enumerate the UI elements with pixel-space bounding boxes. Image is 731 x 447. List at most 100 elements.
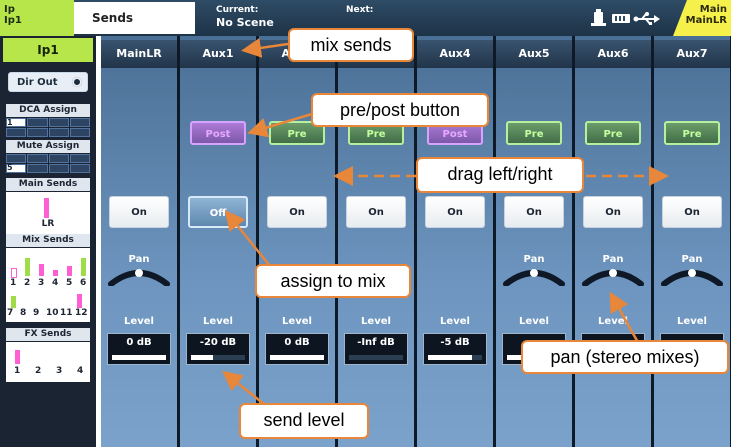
fx-number: 4 bbox=[77, 366, 84, 376]
level-value: 0 dB bbox=[284, 337, 310, 348]
mix-number: 8 bbox=[20, 308, 27, 318]
level-label: Level bbox=[519, 316, 549, 327]
mix-number: 11 bbox=[60, 308, 73, 318]
mix-number: 2 bbox=[24, 278, 31, 288]
mute-assign-grid[interactable] bbox=[6, 154, 90, 173]
mix-number: 4 bbox=[52, 278, 59, 288]
level-meter bbox=[270, 355, 324, 360]
mix-number: 10 bbox=[46, 308, 59, 318]
strip-name: Aux7 bbox=[654, 40, 730, 68]
callout-drag: drag left/right bbox=[416, 157, 584, 193]
pre-post-button[interactable]: Post bbox=[190, 121, 246, 145]
usb-icon bbox=[633, 12, 660, 25]
level-value: -20 dB bbox=[199, 337, 237, 348]
send-level-control[interactable]: -Inf dB bbox=[344, 333, 408, 365]
main-sends-box[interactable]: LR bbox=[6, 192, 90, 234]
mix-number: 6 bbox=[80, 278, 87, 288]
strip-name: Aux5 bbox=[496, 40, 572, 68]
strip-mainlr: MainLR On Pan Level 0 dB bbox=[101, 36, 177, 447]
pre-post-button[interactable]: Pre bbox=[664, 121, 720, 145]
strip-aux1: Aux1 Post Off Level -20 dB bbox=[180, 36, 256, 447]
dca-first-number: 1 bbox=[7, 118, 13, 127]
pan-knob[interactable] bbox=[660, 262, 724, 286]
callout-assign-to-mix: assign to mix bbox=[255, 264, 411, 298]
mix-number: 1 bbox=[10, 278, 17, 288]
mix-sends-box[interactable]: 1 2 3 4 5 6 7 8 9 10 11 12 bbox=[6, 248, 90, 322]
dir-out-label: Dir Out bbox=[17, 77, 58, 88]
strip-name: Aux1 bbox=[180, 40, 256, 68]
main-tag-line2: MainLR bbox=[685, 15, 727, 26]
current-scene-value: No Scene bbox=[216, 16, 274, 29]
next-scene: Next: bbox=[346, 5, 373, 16]
pre-post-button[interactable]: Pre bbox=[585, 121, 641, 145]
fx-sends-box[interactable]: 1 2 3 4 bbox=[6, 342, 90, 382]
main-send-meter bbox=[44, 198, 49, 218]
fx-number: 2 bbox=[35, 366, 42, 376]
mixer-sends-screen: Ip Ip1 Sends Current: No Scene Next: Mai… bbox=[0, 0, 731, 447]
strip-name: Aux6 bbox=[575, 40, 651, 68]
assign-button[interactable]: On bbox=[583, 196, 643, 228]
pan-knob[interactable] bbox=[581, 262, 645, 286]
level-value: -Inf dB bbox=[357, 337, 395, 348]
mix-sends-label: Mix Sends bbox=[6, 234, 90, 247]
channel-tag[interactable]: Ip Ip1 bbox=[0, 0, 74, 36]
assign-button[interactable]: On bbox=[425, 196, 485, 228]
main-mix-tag[interactable]: Main MainLR bbox=[673, 0, 731, 36]
mix-number: 3 bbox=[38, 278, 45, 288]
memory-card-icon bbox=[612, 14, 630, 23]
level-meter bbox=[191, 355, 245, 360]
channel-tag-line2: Ip1 bbox=[4, 15, 22, 26]
level-meter bbox=[428, 355, 482, 360]
send-level-control[interactable]: 0 dB bbox=[265, 333, 329, 365]
level-label: Level bbox=[440, 316, 470, 327]
mix-number: 12 bbox=[75, 308, 88, 318]
main-tag-line1: Main bbox=[699, 4, 727, 15]
pan-knob[interactable] bbox=[107, 262, 171, 286]
current-scene: Current: No Scene bbox=[216, 5, 274, 29]
current-scene-label: Current: bbox=[216, 5, 259, 15]
next-scene-label: Next: bbox=[346, 5, 374, 15]
strip-aux7: Aux7 Pre On Pan Level bbox=[654, 36, 730, 447]
level-meter bbox=[349, 355, 403, 360]
send-level-control[interactable]: -20 dB bbox=[186, 333, 250, 365]
main-sends-channel: LR bbox=[41, 219, 55, 229]
pre-post-button[interactable]: Pre bbox=[506, 121, 562, 145]
dir-out-button[interactable]: Dir Out bbox=[8, 72, 88, 92]
level-label: Level bbox=[203, 316, 233, 327]
assign-button[interactable]: On bbox=[267, 196, 327, 228]
level-value: 0 dB bbox=[126, 337, 152, 348]
mute-first-number: 5 bbox=[7, 163, 13, 172]
callout-pan-stereo: pan (stereo mixes) bbox=[521, 340, 729, 374]
assign-button[interactable]: On bbox=[662, 196, 722, 228]
fx-number: 3 bbox=[56, 366, 63, 376]
mix-number: 7 bbox=[7, 308, 14, 318]
pan-knob[interactable] bbox=[502, 262, 566, 286]
strip-name: MainLR bbox=[101, 40, 177, 68]
dca-assign-grid[interactable] bbox=[6, 118, 90, 137]
sends-tab[interactable]: Sends bbox=[74, 2, 195, 34]
main-sends-label: Main Sends bbox=[6, 178, 90, 191]
send-level-control[interactable]: 0 dB bbox=[107, 333, 171, 365]
mute-assign-label: Mute Assign bbox=[6, 140, 90, 153]
level-meter bbox=[112, 355, 166, 360]
strip-aux5: Aux5 Pre On Pan Level - bbox=[496, 36, 572, 447]
assign-button[interactable]: Off bbox=[188, 196, 248, 228]
channel-name: Ip1 bbox=[3, 38, 93, 62]
send-level-control[interactable]: -5 dB bbox=[423, 333, 487, 365]
level-label: Level bbox=[282, 316, 312, 327]
assign-button[interactable]: On bbox=[346, 196, 406, 228]
level-label: Level bbox=[677, 316, 707, 327]
assign-button[interactable]: On bbox=[504, 196, 564, 228]
level-label: Level bbox=[598, 316, 628, 327]
fx-sends-label: FX Sends bbox=[6, 328, 90, 341]
mix-number: 9 bbox=[33, 308, 40, 318]
callout-pre-post-button: pre/post button bbox=[311, 93, 489, 127]
dca-assign-label: DCA Assign bbox=[6, 104, 90, 117]
level-label: Level bbox=[361, 316, 391, 327]
level-label: Level bbox=[124, 316, 154, 327]
callout-mix-sends: mix sends bbox=[288, 28, 414, 62]
channel-overview-panel: Ip1 Dir Out DCA Assign 1 Mute Assign 5 M… bbox=[0, 36, 96, 447]
status-icons bbox=[590, 9, 680, 27]
assign-button[interactable]: On bbox=[109, 196, 169, 228]
fx-number: 1 bbox=[14, 366, 21, 376]
